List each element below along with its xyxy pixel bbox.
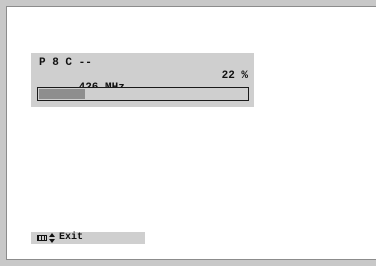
footer-hint: Exit [31, 232, 145, 244]
channel-scan-panel: P 8 C -- 426 MHz 22 % [31, 53, 254, 107]
channel-line: P 8 C -- [39, 57, 92, 69]
percent-value: 22 % [221, 70, 248, 82]
up-down-arrows-icon [49, 233, 56, 243]
scan-progress-fill [39, 89, 85, 99]
scan-progress-bar [37, 87, 249, 101]
menu-icon [37, 235, 47, 241]
osd-screen: P 8 C -- 426 MHz 22 % Exit [6, 6, 376, 260]
exit-label[interactable]: Exit [59, 232, 83, 244]
